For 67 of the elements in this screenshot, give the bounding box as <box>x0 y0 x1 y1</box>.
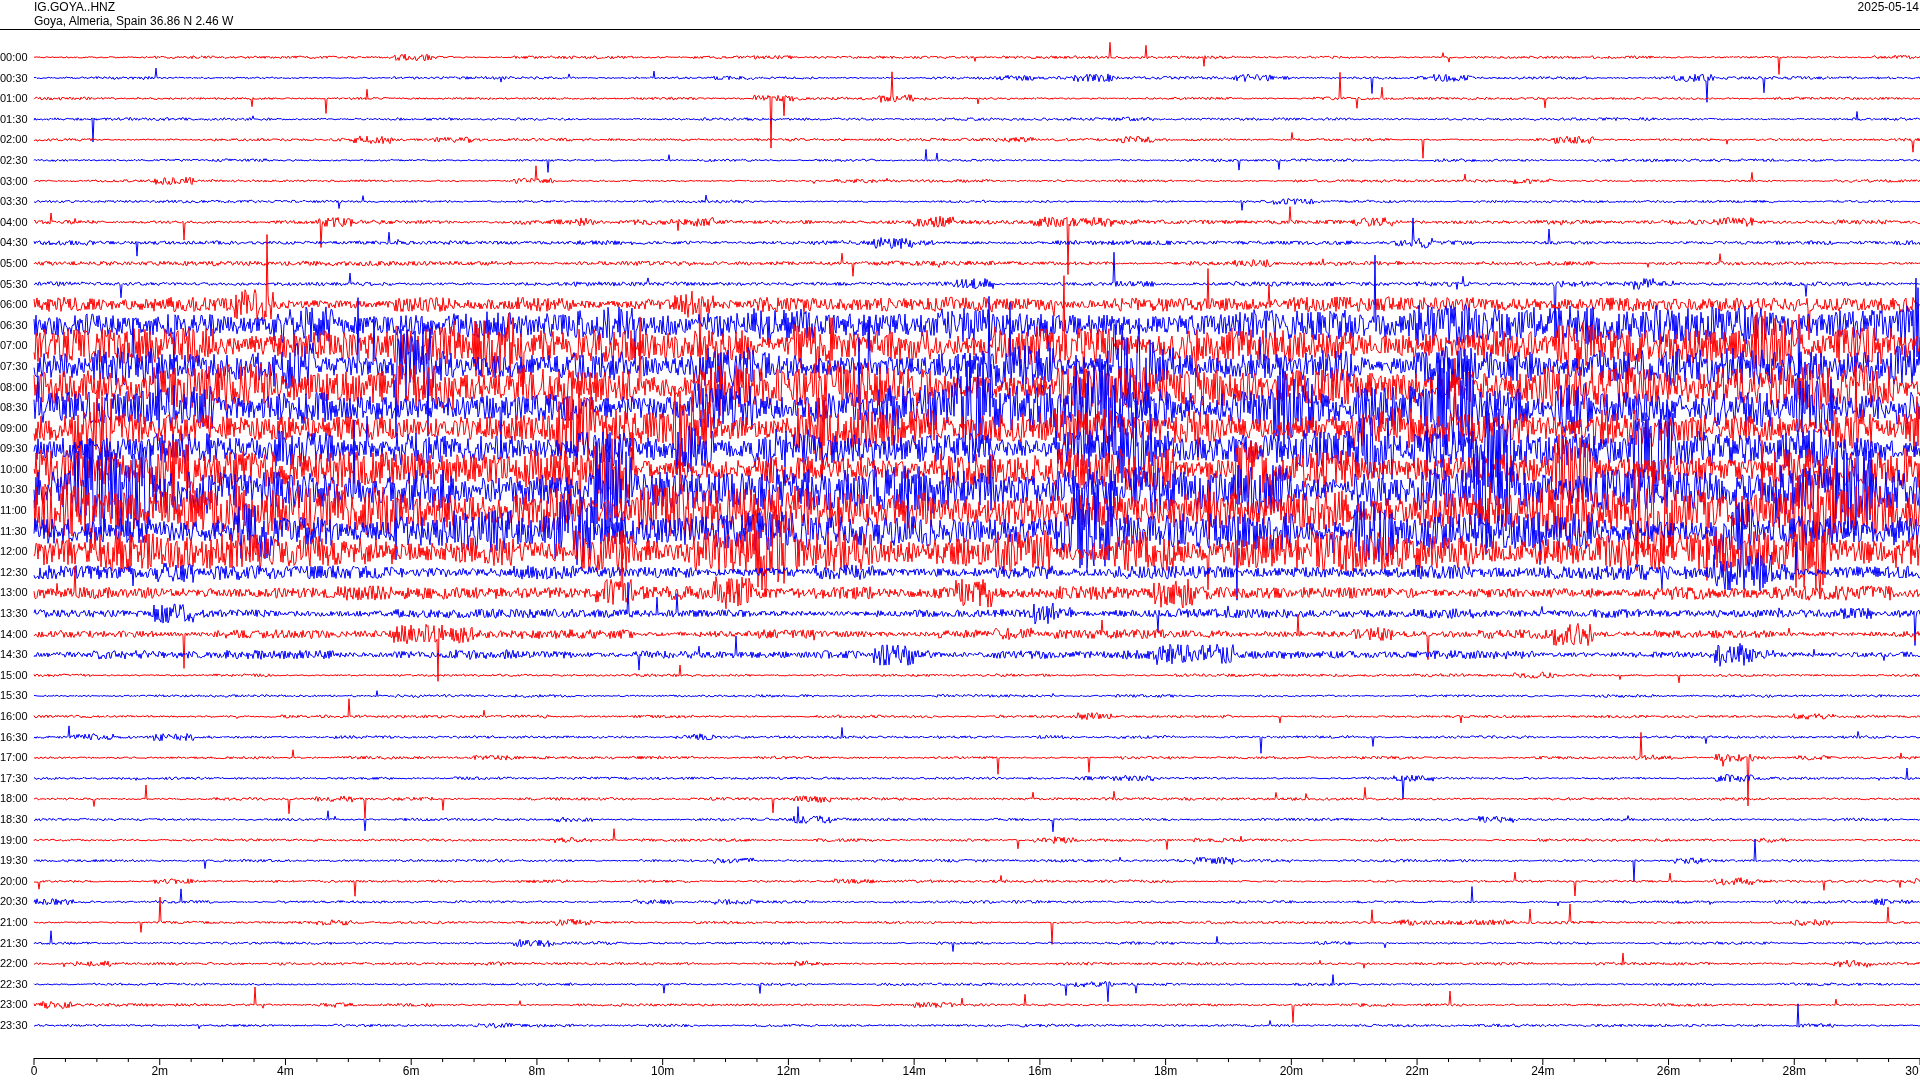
axis-tick-label: 10m <box>651 1064 675 1078</box>
time-label: 22:30 <box>0 976 29 992</box>
time-label: 15:30 <box>0 688 29 704</box>
time-label: 10:00 <box>0 461 29 477</box>
time-label: 04:30 <box>0 235 29 251</box>
time-label: 06:30 <box>0 317 29 333</box>
time-label: 18:00 <box>0 791 29 807</box>
time-label: 13:00 <box>0 585 29 601</box>
station-code: IG.GOYA..HNZ <box>34 0 117 14</box>
axis-tick-label: 30 <box>1905 1064 1919 1078</box>
time-label: 03:30 <box>0 194 29 210</box>
time-label: 17:00 <box>0 750 29 766</box>
time-label: 17:30 <box>0 770 29 786</box>
time-label: 15:00 <box>0 667 29 683</box>
axis-tick-label: 18m <box>1153 1064 1178 1078</box>
time-label: 20:30 <box>0 894 29 910</box>
axis-tick-label: 14m <box>902 1064 926 1078</box>
time-label: 02:00 <box>0 132 29 148</box>
station-location: Goya, Almeria, Spain 36.86 N 2.46 W <box>34 14 234 28</box>
time-label: 02:30 <box>0 152 29 168</box>
time-label: 23:30 <box>0 1017 29 1033</box>
axis-tick-label: 4m <box>277 1064 294 1078</box>
time-label: 09:30 <box>0 441 29 457</box>
time-label: 19:00 <box>0 832 29 848</box>
time-label: 08:00 <box>0 379 29 395</box>
time-label: 21:00 <box>0 914 29 930</box>
time-label: 03:00 <box>0 173 29 189</box>
time-label: 05:30 <box>0 276 29 292</box>
axis-tick-label: 12m <box>776 1064 801 1078</box>
time-label: 01:00 <box>0 91 29 107</box>
time-label: 07:30 <box>0 358 29 374</box>
time-label: 23:00 <box>0 997 29 1013</box>
time-label: 04:00 <box>0 214 29 230</box>
axis-tick-label: 2m <box>151 1064 169 1078</box>
time-label: 14:00 <box>0 626 29 642</box>
time-label: 16:00 <box>0 709 29 724</box>
axis-tick-label: 28m <box>1782 1064 1806 1078</box>
time-label: 07:00 <box>0 338 29 354</box>
time-label: 10:30 <box>0 482 29 498</box>
time-label: 20:00 <box>0 873 29 889</box>
axis-tick-label: 24m <box>1531 1064 1555 1078</box>
time-label: 14:30 <box>0 647 29 663</box>
axis-tick-label: 0 <box>30 1064 38 1078</box>
axis-tick-label: 20m <box>1279 1064 1303 1078</box>
time-label: 13:30 <box>0 606 29 622</box>
time-label: 11:00 <box>0 503 28 519</box>
time-label: 12:00 <box>0 544 29 560</box>
time-label: 06:00 <box>0 297 29 313</box>
time-label: 18:30 <box>0 811 29 827</box>
axis-tick-label: 6m <box>402 1064 420 1078</box>
time-label: 22:00 <box>0 956 29 972</box>
axis-tick-label: 16m <box>1028 1064 1052 1078</box>
time-label: 00:30 <box>0 70 29 86</box>
time-label: 16:30 <box>0 729 29 745</box>
time-label: 00:00 <box>0 50 29 65</box>
time-label: 11:30 <box>0 523 28 539</box>
time-label: 09:00 <box>0 420 29 436</box>
time-label: 19:30 <box>0 853 29 869</box>
date-label: 2025-05-14 <box>1857 0 1919 16</box>
time-label: 12:30 <box>0 564 29 580</box>
time-label: 01:30 <box>0 111 29 127</box>
time-label: 05:00 <box>0 255 29 271</box>
axis-tick-label: 8m <box>528 1064 546 1078</box>
axis-tick-label: 26m <box>1656 1064 1681 1078</box>
time-label: 21:30 <box>0 935 29 951</box>
time-label: 08:30 <box>0 400 29 416</box>
axis-tick-label: 22m <box>1405 1064 1429 1078</box>
